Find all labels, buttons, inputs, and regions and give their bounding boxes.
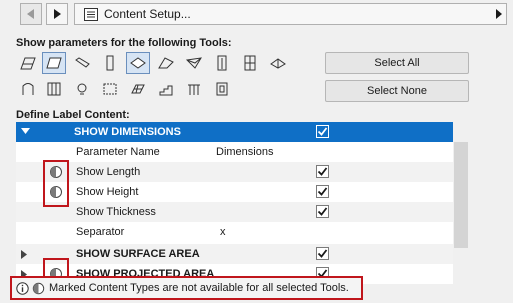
mesh-tool-icon[interactable] — [126, 78, 150, 100]
half-circle-icon — [32, 282, 45, 294]
triangle-down-icon[interactable] — [21, 128, 30, 135]
curtain-wall-tool-icon[interactable] — [42, 78, 66, 100]
breadcrumb[interactable]: Content Setup... — [74, 3, 507, 25]
forward-button[interactable] — [46, 3, 68, 25]
settings-panel-icon — [84, 7, 98, 21]
separator-value[interactable]: x — [220, 226, 226, 238]
show-thickness-checkbox[interactable] — [316, 205, 329, 218]
row-label: Show Length — [76, 166, 141, 178]
triangle-right-icon[interactable] — [21, 250, 28, 259]
back-button[interactable] — [20, 3, 42, 25]
row-label: Show Thickness — [76, 206, 156, 218]
row-label: SHOW DIMENSIONS — [74, 126, 181, 138]
opening-tool-icon[interactable] — [210, 78, 234, 100]
row-label: Separator — [76, 226, 125, 238]
show-height-checkbox[interactable] — [316, 185, 329, 198]
zone-tool-icon[interactable] — [98, 78, 122, 100]
list-item: Show Height — [16, 182, 453, 202]
door-tool-icon[interactable] — [210, 52, 234, 74]
triangle-right-icon — [54, 9, 61, 19]
wall-tool-icon[interactable] — [16, 52, 40, 74]
shell-tool-icon[interactable] — [154, 52, 178, 74]
skylight-tool-icon[interactable] — [266, 52, 290, 74]
list-item: Separator x — [16, 222, 453, 242]
triangle-right-icon[interactable] — [496, 9, 502, 19]
highlight-marked-group — [43, 258, 69, 278]
row-label: Parameter Name — [76, 146, 160, 158]
stair-tool-icon[interactable] — [154, 78, 178, 100]
railing-tool-icon[interactable] — [182, 78, 206, 100]
select-none-button[interactable]: Select None — [325, 80, 469, 102]
list-item: Parameter Name Dimensions — [16, 142, 453, 162]
list-item: Show Length — [16, 162, 453, 182]
navigation-bar: Content Setup... — [6, 2, 507, 27]
show-surface-area-checkbox[interactable] — [316, 247, 329, 260]
tools-heading: Show parameters for the following Tools: — [16, 37, 232, 49]
info-icon — [16, 281, 29, 295]
lamp-tool-icon[interactable] — [70, 78, 94, 100]
breadcrumb-label: Content Setup... — [104, 7, 191, 21]
list-scrollbar-thumb[interactable] — [454, 142, 468, 248]
beam-tool-icon[interactable] — [70, 52, 94, 74]
slab-tool-icon[interactable] — [42, 52, 66, 74]
column-tool-icon[interactable] — [98, 52, 122, 74]
show-length-checkbox[interactable] — [316, 165, 329, 178]
row-label: SHOW SURFACE AREA — [76, 248, 200, 260]
row-label: Show Height — [76, 186, 139, 198]
define-label-heading: Define Label Content: — [16, 109, 130, 121]
roof-tool-icon[interactable] — [126, 52, 150, 74]
window-tool-icon[interactable] — [238, 52, 262, 74]
checkmark-icon — [317, 187, 328, 196]
highlight-marked-rows — [43, 160, 69, 207]
show-dimensions-checkbox[interactable] — [316, 125, 329, 138]
status-text: Marked Content Types are not available f… — [49, 282, 349, 294]
morph-tool-icon[interactable] — [182, 52, 206, 74]
checkmark-icon — [317, 207, 328, 216]
status-message: Marked Content Types are not available f… — [10, 276, 363, 300]
list-item: Show Thickness — [16, 202, 453, 222]
label-content-list: SHOW DIMENSIONS Parameter Name Dimension… — [16, 122, 453, 284]
checkmark-icon — [317, 167, 328, 176]
checkmark-icon — [317, 127, 328, 136]
checkmark-icon — [317, 249, 328, 258]
select-all-button[interactable]: Select All — [325, 52, 469, 74]
section-header-dimensions[interactable]: SHOW DIMENSIONS — [16, 122, 453, 142]
triangle-left-icon — [27, 9, 34, 19]
section-header-surface-area[interactable]: SHOW SURFACE AREA — [16, 244, 453, 264]
parameter-name-value[interactable]: Dimensions — [216, 146, 273, 158]
object-tool-icon[interactable] — [16, 78, 40, 100]
